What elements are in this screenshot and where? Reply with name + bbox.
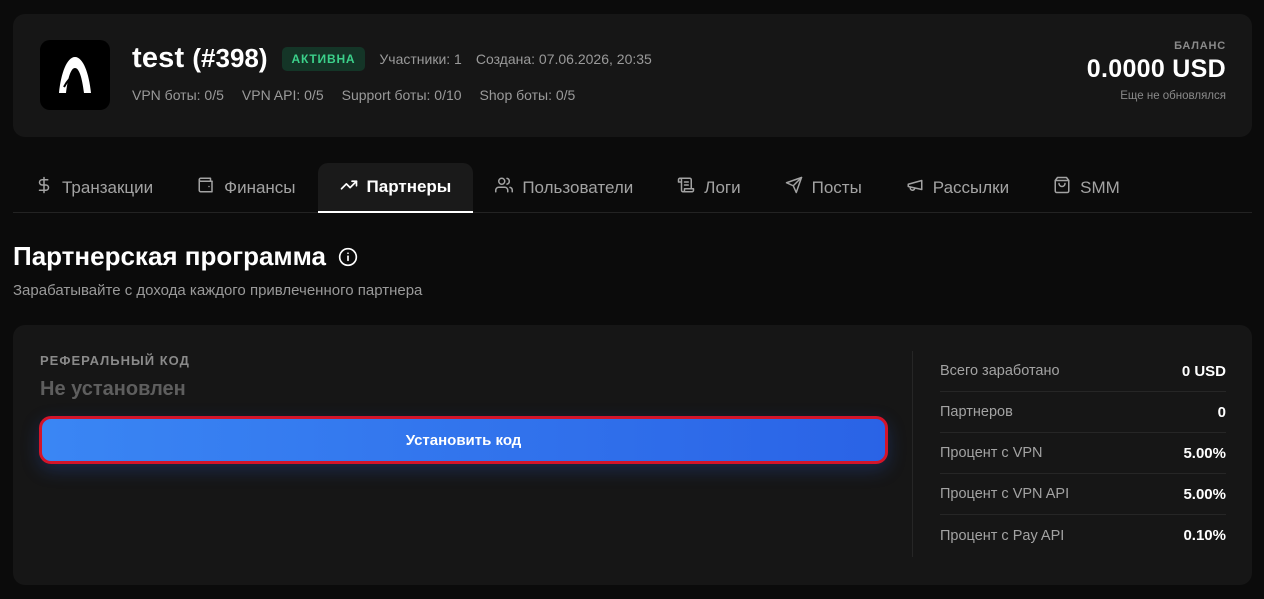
project-title-row: test (#398) АКТИВНА Участники: 1 Создана…: [132, 42, 652, 75]
stat-value: 0: [1217, 403, 1226, 421]
members-count: Участники: 1: [379, 50, 462, 67]
stat-label: Процент с VPN: [940, 445, 1043, 461]
referral-code-value: Не установлен: [40, 378, 186, 400]
status-badge: АКТИВНА: [281, 46, 366, 71]
tab-label: Посты: [811, 177, 862, 197]
stat-label: Процент с Pay API: [940, 527, 1065, 544]
limit-shop-bots: Shop боты: 0/5: [479, 87, 576, 103]
set-code-button[interactable]: Установить код: [39, 416, 888, 464]
stat-label: Всего заработано: [940, 363, 1060, 379]
wallet-icon: [197, 176, 215, 199]
page-title: Партнерская программа: [13, 241, 327, 271]
stat-row-pay-api-percent: Процент с Pay API 0.10%: [940, 515, 1226, 556]
project-id: (#398): [192, 43, 268, 73]
arch-logo-icon: [40, 40, 110, 110]
stat-row-total-earned: Всего заработано 0 USD: [940, 351, 1226, 392]
tab-smm[interactable]: SMM: [1031, 163, 1142, 212]
stat-label: Партнеров: [940, 404, 1013, 420]
balance-value: 0.0000 USD: [1086, 55, 1226, 83]
megaphone-icon: [906, 176, 924, 199]
send-icon: [785, 176, 803, 199]
project-name: test: [132, 42, 185, 74]
limit-support-bots: Support боты: 0/10: [341, 87, 462, 103]
tab-users[interactable]: Пользователи: [473, 163, 655, 212]
tab-label: Пользователи: [522, 177, 634, 197]
info-icon[interactable]: [338, 247, 358, 267]
shopping-bag-icon: [1053, 176, 1071, 199]
balance-label: БАЛАНС: [1174, 40, 1226, 52]
stat-row-vpn-api-percent: Процент с VPN API 5.00%: [940, 474, 1226, 515]
dollar-icon: [35, 176, 53, 199]
limit-vpn-bots: VPN боты: 0/5: [132, 87, 224, 103]
limits-row: VPN боты: 0/5 VPN API: 0/5 Support боты:…: [132, 87, 575, 103]
stat-label: Процент с VPN API: [940, 486, 1070, 502]
created-date: Создана: 07.06.2026, 20:35: [475, 50, 652, 67]
tab-mailings[interactable]: Рассылки: [884, 163, 1031, 212]
stat-row-partners: Партнеров 0: [940, 392, 1226, 433]
tab-label: Логи: [704, 177, 741, 197]
tab-posts[interactable]: Посты: [763, 163, 884, 212]
tab-bar: Транзакции Финансы Партнеры Пользователи…: [13, 163, 1252, 213]
tab-transactions[interactable]: Транзакции: [13, 163, 175, 212]
tab-finances[interactable]: Финансы: [175, 163, 317, 212]
project-header: test (#398) АКТИВНА Участники: 1 Создана…: [13, 14, 1252, 137]
partner-program-card: РЕФЕРАЛЬНЫЙ КОД Не установлен Установить…: [13, 325, 1252, 585]
tab-label: Транзакции: [62, 177, 154, 197]
section-title-row: Партнерская программа: [13, 241, 358, 272]
referral-code-label: РЕФЕРАЛЬНЫЙ КОД: [40, 353, 190, 368]
stat-row-vpn-percent: Процент с VPN 5.00%: [940, 433, 1226, 474]
users-icon: [495, 176, 514, 199]
stat-value: 5.00%: [1183, 444, 1226, 462]
stats-list: Всего заработано 0 USD Партнеров 0 Проце…: [940, 351, 1226, 556]
page-subtitle: Зарабатывайте с дохода каждого привлечен…: [13, 282, 423, 299]
tab-logs[interactable]: Логи: [655, 163, 762, 212]
balance-box: БАЛАНС 0.0000 USD Еще не обновлялся: [1087, 40, 1226, 102]
stat-value: 5.00%: [1183, 485, 1226, 503]
trending-up-icon: [340, 176, 358, 199]
stat-value: 0.10%: [1183, 527, 1226, 544]
balance-note: Еще не обновлялся: [1120, 90, 1226, 102]
divider: [912, 351, 913, 557]
limit-vpn-api: VPN API: 0/5: [241, 87, 324, 103]
tab-label: Финансы: [224, 177, 296, 197]
tab-label: SMM: [1080, 177, 1120, 197]
stat-value: 0 USD: [1181, 362, 1226, 380]
tab-partners[interactable]: Партнеры: [317, 163, 474, 213]
scroll-icon: [677, 176, 695, 199]
tab-label: Рассылки: [932, 177, 1010, 197]
tab-label: Партнеры: [366, 177, 452, 196]
